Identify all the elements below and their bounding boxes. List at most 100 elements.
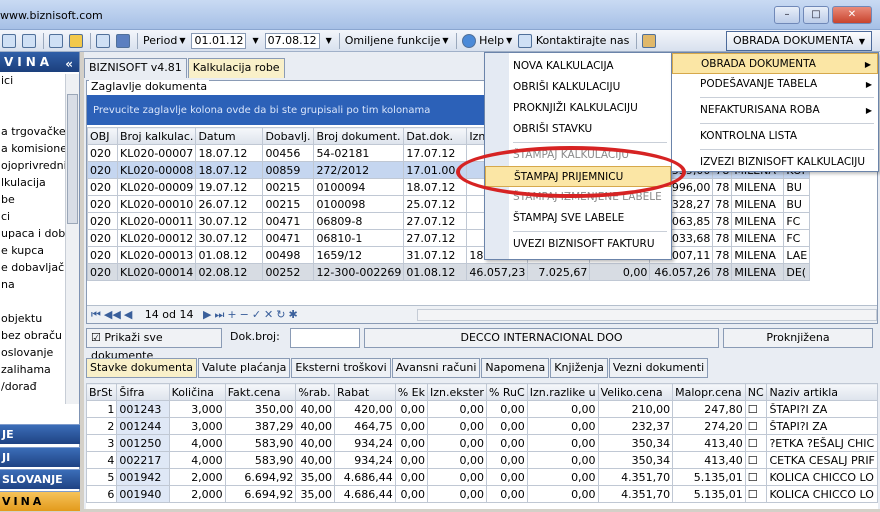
table-cell: 19.07.12 [195, 178, 264, 196]
table-row[interactable]: 020 KL020-00010 26.07.12 00215 0100098 25.07.… [87, 195, 811, 213]
add-record-icon[interactable]: + [227, 308, 236, 321]
date-to-chevron-icon[interactable]: ▼ [322, 32, 334, 50]
tab-avansni[interactable]: Avansni računi [391, 358, 481, 378]
table-cell: 3,000 [168, 400, 226, 418]
tab-kalkulacija-robe[interactable]: Kalkulacija robe [187, 58, 285, 78]
nc-checkbox[interactable]: ☐ [744, 485, 768, 503]
nav-group-poslovanje[interactable]: SLOVANJE [0, 469, 80, 489]
save-icon[interactable] [114, 32, 132, 50]
menu-obrisi-kalkulaciju[interactable]: OBRIŠI KALKULACIJU [485, 77, 671, 98]
table-cell: 00471 [262, 229, 315, 247]
table-row[interactable]: 020 KL020-00009 19.07.12 00215 0100094 18.07.… [87, 178, 811, 196]
table-cell: 020 [87, 246, 118, 264]
nc-checkbox[interactable]: ☐ [744, 468, 768, 486]
table-row[interactable]: 020 KL020-00013 01.08.12 00498 1659/12 31.07.… [87, 246, 811, 264]
filter-icon[interactable]: ✱ [288, 308, 297, 321]
collapse-chevron-icon[interactable]: « [65, 54, 73, 74]
delete-record-icon[interactable]: − [240, 308, 249, 321]
last-record-icon[interactable]: ⏭ [214, 308, 224, 321]
tab-valute[interactable]: Valute plaćanja [198, 358, 291, 378]
package-icon[interactable] [640, 32, 658, 50]
table-row[interactable]: 020 KL020-00014 02.08.12 00252 12-300-002269… [87, 263, 811, 281]
menu-nefakturisana-roba[interactable]: NEFAKTURISANA ROBA ▶ [672, 100, 878, 121]
nc-checkbox[interactable]: ☐ [744, 434, 768, 452]
refresh-record-icon[interactable]: ↻ [276, 308, 285, 321]
preview-icon[interactable] [47, 32, 65, 50]
menu-obrada-dokumenta[interactable]: OBRADA DOKUMENTA ▶ [672, 53, 878, 74]
table-cell: 583,90 [224, 434, 297, 452]
tab-napomena[interactable]: Napomena [481, 358, 550, 378]
help-dropdown[interactable]: Help ▼ [460, 32, 515, 50]
left-scrollbar[interactable] [65, 74, 79, 404]
table-row[interactable]: 2 001244 3,000 387,29 40,00 464,75 0,00 0,00 0,0… [86, 417, 878, 435]
table-cell: 0,00 [526, 400, 599, 418]
table-cell: 350,00 [224, 400, 297, 418]
next-record-icon[interactable]: ▶ [203, 308, 211, 321]
horizontal-scrollbar[interactable] [417, 309, 877, 321]
submenu-arrow-icon: ▶ [865, 80, 872, 89]
menu-obrisi-stavku[interactable]: OBRIŠI STAVKU [485, 119, 671, 140]
column-header: Izn.razlike u [526, 383, 599, 401]
date-to-input[interactable]: 07.08.12 [264, 32, 320, 49]
table-row[interactable]: 1 001243 3,000 350,00 40,00 420,00 0,00 0,00 0,0… [86, 400, 878, 418]
nav-group-je[interactable]: JE [0, 424, 80, 444]
prev-record-icon[interactable]: ◀ [124, 308, 132, 321]
table-cell: 934,24 [333, 451, 396, 469]
cancel-record-icon[interactable]: ✕ [264, 308, 273, 321]
tab-stavke[interactable]: Stavke dokumenta [86, 358, 198, 378]
menu-proknjizi-kalkulaciju[interactable]: PROKNJIŽI KALKULACIJU [485, 98, 671, 119]
obrada-dokumenta-button[interactable]: OBRADA DOKUMENTA ▼ [725, 31, 872, 51]
first-record-icon[interactable]: ⏮ [91, 308, 101, 321]
tab-biznisoft[interactable]: BIZNISOFT v4.81 [84, 58, 187, 78]
table-row[interactable]: 020 KL020-00011 30.07.12 00471 06809-8 27.07.… [87, 212, 811, 230]
date-from-input[interactable]: 01.01.12 [191, 32, 247, 49]
menu-kontrolna-lista[interactable]: KONTROLNA LISTA [672, 126, 878, 147]
post-record-icon[interactable]: ✓ [252, 308, 261, 321]
date-from-chevron-icon[interactable]: ▼ [248, 32, 260, 50]
table-cell: 78 [712, 178, 733, 196]
table-icon[interactable] [94, 32, 112, 50]
tab-knjizenja[interactable]: Knjiženja [550, 358, 608, 378]
kontakt-button[interactable]: Kontaktirajte nas [516, 32, 631, 50]
nav-group-ji[interactable]: JI [0, 447, 80, 467]
menu-nova-kalkulacija[interactable]: NOVA KALKULACIJA [485, 56, 671, 77]
table-cell: 00471 [262, 212, 315, 230]
dok-broj-input[interactable] [290, 328, 360, 348]
period-dropdown[interactable]: Period ▼ [141, 32, 187, 50]
nc-checkbox[interactable]: ☐ [744, 451, 768, 469]
table-cell: 0,00 [526, 468, 599, 486]
show-all-checkbox[interactable]: ☑ Prikaži sve dokumente [86, 328, 222, 362]
tab-eksterni[interactable]: Eksterni troškovi [291, 358, 391, 378]
maximize-button[interactable]: □ [803, 6, 829, 24]
refresh-icon[interactable] [0, 32, 18, 50]
table-cell: 5 [86, 468, 118, 486]
minimize-button[interactable]: – [774, 6, 800, 24]
table-cell: 40,00 [295, 400, 335, 418]
column-header: NC [744, 383, 768, 401]
table-cell: 31.07.12 [403, 246, 468, 264]
calc-icon[interactable] [20, 32, 38, 50]
table-cell: KOLICA CHICCO LO [766, 485, 878, 503]
table-cell: 2 [86, 417, 118, 435]
omiljene-funkcije-dropdown[interactable]: Omiljene funkcije ▼ [343, 32, 451, 50]
table-row[interactable]: 6 001940 2,000 6.694,92 35,00 4.686,44 0,00 0,0… [86, 485, 878, 503]
menu-podesavanje-tabela[interactable]: PODEŠAVANJE TABELA ▶ [672, 74, 878, 95]
table-cell: 210,00 [597, 400, 674, 418]
menu-uvezi-biznisoft-fakturu[interactable]: UVEZI BIZNISOFT FAKTURU [485, 234, 671, 255]
table-row[interactable]: 4 002217 4,000 583,90 40,00 934,24 0,00 0,00 0,0… [86, 451, 878, 469]
tab-vezni[interactable]: Vezni dokumenti [608, 358, 709, 378]
table-row[interactable]: 3 001250 4,000 583,90 40,00 934,24 0,00 0,00 0,0… [86, 434, 878, 452]
close-button[interactable]: ✕ [832, 6, 872, 24]
nav-group-vina[interactable]: VINA [0, 491, 80, 511]
table-row[interactable]: 020 KL020-00012 30.07.12 00471 06810-1 27.07.… [87, 229, 811, 247]
table-cell: MILENA [731, 212, 785, 230]
menu-stampaj-sve-labele[interactable]: ŠTAMPAJ SVE LABELE [485, 208, 671, 229]
prev-page-icon[interactable]: ◀◀ [104, 308, 121, 321]
nc-checkbox[interactable]: ☐ [744, 400, 768, 418]
layout-icon[interactable] [67, 32, 85, 50]
menu-izvezi-biznisoft-kalkulaciju[interactable]: IZVEZI BIZNISOFT KALKULACIJU [672, 152, 878, 173]
nc-checkbox[interactable]: ☐ [744, 417, 768, 435]
table-cell: 6.694,92 [224, 485, 297, 503]
table-cell: 001250 [116, 434, 170, 452]
table-row[interactable]: 5 001942 2,000 6.694,92 35,00 4.686,44 0,00 0,0… [86, 468, 878, 486]
